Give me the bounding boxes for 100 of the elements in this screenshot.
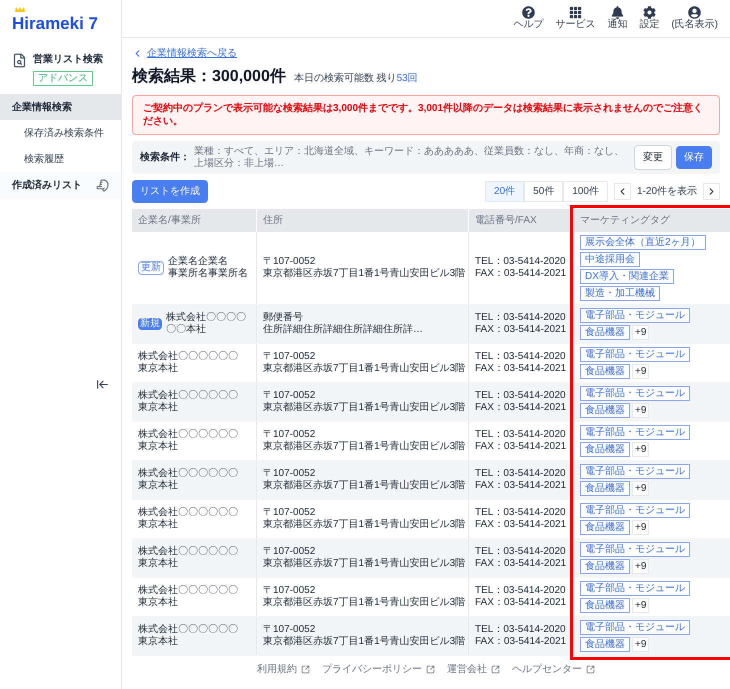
marketing-tag: 食品機器	[580, 364, 630, 379]
marketing-tag: 食品機器	[580, 520, 630, 535]
external-link-icon	[301, 665, 310, 674]
phone-number: TEL：03-5414-2020	[475, 390, 567, 402]
phone-number: TEL：03-5414-2020	[475, 256, 567, 268]
header-nav-button[interactable]: ヘルプ	[513, 6, 544, 31]
quota-count: 53回	[396, 72, 418, 86]
settings-icon	[642, 6, 656, 19]
header-nav-button[interactable]: 通知	[607, 6, 628, 31]
postal-code: 郵便番号	[263, 312, 304, 324]
marketing-tag: 電子部品・モジュール	[580, 347, 690, 362]
phone-number: TEL：03-5414-2020	[475, 468, 567, 480]
marketing-tag: 食品機器	[580, 325, 630, 340]
quota-label: 本日の検索可能数 残り	[294, 72, 397, 86]
page-title: 検索結果：300,000件	[132, 66, 286, 87]
sidebar-item[interactable]: 作成済みリスト	[0, 172, 121, 198]
marketing-tag: 食品機器	[580, 637, 630, 652]
marketing-tag: 電子部品・モジュール	[580, 620, 690, 635]
fax-number: FAX：03-5414-2021	[475, 597, 567, 609]
header-nav-button[interactable]: 設定	[639, 6, 660, 31]
marketing-tag: 電子部品・モジュール	[580, 464, 690, 479]
footer-link[interactable]: ヘルプセンター	[512, 662, 595, 677]
conditions-text: 業種：すべて、エリア：北海道全域、キーワード：あああああ、従業員数：なし、年商：なし、上場区分：非上場…	[194, 146, 625, 170]
fax-number: FAX：03-5414-2021	[475, 519, 567, 531]
page-size-option[interactable]: 100件	[563, 181, 608, 202]
phone-number: TEL：03-5414-2020	[475, 585, 567, 597]
save-button[interactable]: 保存	[676, 146, 712, 169]
office-name: 東京本社	[138, 519, 179, 531]
more-tags-count: +9	[632, 559, 650, 574]
company-name: 株式会社〇〇〇〇〇〇	[138, 351, 238, 362]
footer-link[interactable]: プライバシーポリシー	[322, 662, 435, 677]
postal-code: 〒107-0052	[263, 624, 316, 636]
marketing-tag: 展示会全体（直近2ヶ月）	[580, 235, 706, 250]
external-link-icon	[426, 665, 435, 674]
collapse-sidebar-icon[interactable]	[96, 378, 109, 391]
sidebar-item[interactable]: 企業情報検索	[0, 94, 121, 120]
phone-number: TEL：03-5414-2020	[475, 546, 567, 558]
marketing-tag: 食品機器	[580, 559, 630, 574]
app-title: 営業リスト検索	[33, 52, 103, 67]
office-name: 東京本社	[138, 441, 179, 453]
company-name: 株式会社〇〇〇〇〇〇	[138, 468, 238, 480]
office-name: 東京本社	[138, 597, 179, 609]
marketing-tag: 中途採用会	[580, 252, 640, 267]
marketing-tag: 電子部品・モジュール	[580, 542, 690, 557]
marketing-tag: 電子部品・モジュール	[580, 425, 690, 440]
header-nav-button[interactable]: サービス	[555, 6, 596, 31]
more-tags-count: +9	[632, 481, 650, 496]
postal-code: 〒107-0052	[263, 429, 316, 440]
fax-number: FAX：03-5414-2021	[475, 558, 567, 570]
office-name: 東京本社	[138, 363, 179, 375]
crown-icon	[15, 7, 25, 12]
header-nav-button[interactable]: (氏名表示)	[671, 6, 718, 31]
search-list-icon	[12, 53, 27, 68]
company-name: 企業名企業名	[168, 256, 229, 268]
phone-number: TEL：03-5414-2020	[475, 351, 567, 363]
external-link-icon	[586, 665, 595, 674]
more-tags-count: +9	[632, 637, 650, 652]
office-name: 東京本社	[138, 558, 179, 570]
page-size-option[interactable]: 50件	[524, 181, 564, 202]
fax-number: FAX：03-5414-2021	[475, 402, 567, 414]
phone-number: TEL：03-5414-2020	[475, 624, 567, 636]
page-size-option[interactable]: 20件	[485, 181, 524, 202]
marketing-tag: 食品機器	[580, 481, 630, 496]
office-name: 事業所名事業所名	[168, 268, 248, 280]
updated-badge: 更新	[138, 261, 164, 275]
logo: Hirameki 7	[12, 7, 98, 37]
previous-page-button[interactable]	[614, 183, 631, 200]
back-link[interactable]: 企業情報検索へ戻る	[147, 46, 237, 61]
company-name: 株式会社〇〇〇〇〇〇	[138, 546, 238, 558]
marketing-tag: 電子部品・モジュール	[580, 581, 690, 596]
company-name: 株式会社〇〇〇〇〇〇	[138, 585, 238, 596]
more-tags-count: +9	[632, 325, 650, 340]
next-page-button[interactable]	[703, 183, 720, 200]
marketing-tag: 電子部品・モジュール	[580, 503, 690, 518]
postal-code: 〒107-0052	[263, 390, 316, 402]
office-name: 東京本社	[138, 480, 179, 492]
new-badge: 新規	[138, 318, 162, 330]
postal-code: 〒107-0052	[263, 468, 316, 480]
marketing-tag: 食品機器	[580, 403, 630, 418]
more-tags-count: +9	[632, 442, 650, 457]
office-name: 東京本社	[138, 636, 179, 648]
fax-number: FAX：03-5414-2021	[475, 636, 567, 648]
bell-icon	[610, 6, 624, 19]
change-button[interactable]: 変更	[634, 145, 672, 170]
more-tags-count: +9	[632, 520, 650, 535]
postal-code: 〒107-0052	[263, 256, 316, 268]
fax-number: FAX：03-5414-2021	[475, 441, 567, 453]
footer-link[interactable]: 運営会社	[447, 662, 500, 677]
postal-code: 〒107-0052	[263, 507, 316, 518]
plan-badge: アドバンス	[33, 71, 93, 86]
company-name: 株式会社〇〇〇〇〇〇	[138, 507, 238, 518]
marketing-tag: 電子部品・モジュール	[580, 308, 690, 323]
office-name: 東京本社	[138, 402, 179, 414]
create-list-button[interactable]: リストを作成	[132, 180, 208, 203]
fax-number: FAX：03-5414-2021	[475, 363, 567, 375]
marketing-tag: 食品機器	[580, 442, 630, 457]
footer-link[interactable]: 利用規約	[257, 662, 310, 677]
postal-code: 〒107-0052	[263, 351, 316, 362]
grid-icon	[568, 6, 582, 19]
more-tags-count: +9	[632, 598, 650, 613]
